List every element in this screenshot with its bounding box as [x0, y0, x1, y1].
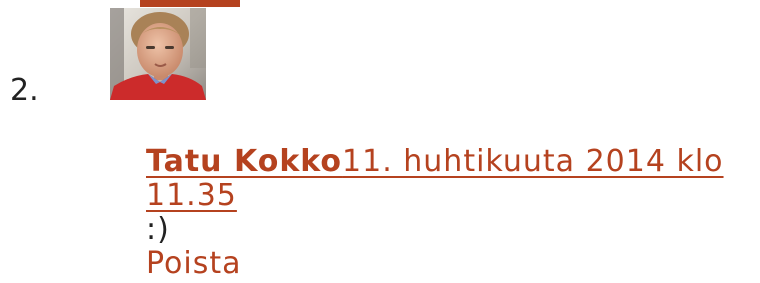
author-link[interactable]: Tatu Kokko [146, 144, 342, 179]
previous-delete-link-fragment[interactable] [140, 0, 240, 7]
comment-text: :) [146, 212, 170, 247]
author-avatar[interactable] [110, 8, 206, 100]
comment-body: Tatu Kokko11. huhtikuuta 2014 klo 11.35 … [146, 145, 758, 281]
avatar-photo-icon [110, 8, 206, 100]
comment-number: 2. [10, 73, 39, 108]
comment-header: Tatu Kokko11. huhtikuuta 2014 klo 11.35 [146, 145, 758, 213]
delete-link[interactable]: Poista [146, 247, 242, 281]
comment-list: 2. Tatu Kokko11. huhtikuuta 2014 klo 11.… [0, 0, 760, 283]
